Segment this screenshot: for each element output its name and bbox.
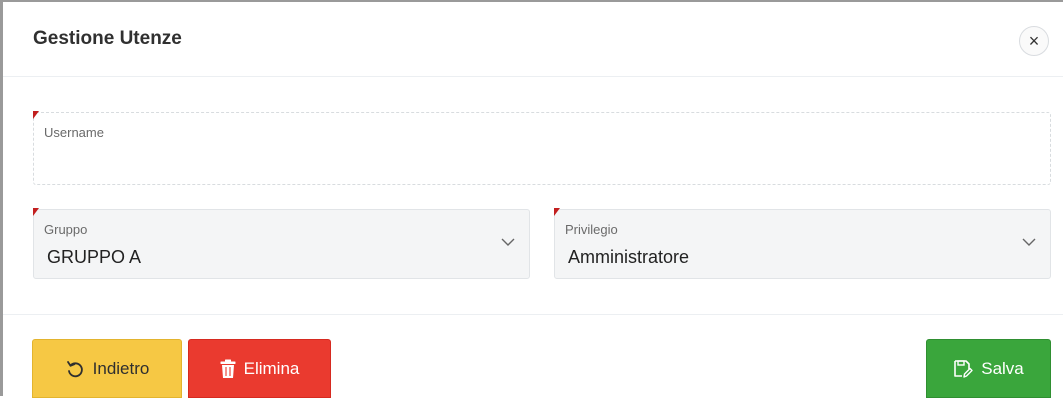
privilegio-value: Amministratore: [568, 247, 690, 267]
username-label: Username: [44, 125, 104, 140]
chevron-down-icon: [501, 238, 515, 246]
required-marker: [554, 208, 560, 216]
modal-header: Gestione Utenze ×: [3, 2, 1063, 77]
back-button-label: Indietro: [92, 358, 150, 378]
undo-icon: [66, 360, 83, 377]
footer-divider: [3, 314, 1063, 315]
close-icon: ×: [1028, 30, 1040, 51]
save-button-label: Salva: [981, 358, 1024, 378]
save-icon: [954, 359, 973, 378]
privilegio-label: Privilegio: [565, 222, 618, 237]
trash-icon: [220, 359, 236, 378]
gruppo-value: GRUPPO A: [47, 247, 142, 267]
chevron-down-icon: [1022, 238, 1036, 246]
save-button[interactable]: Salva: [926, 339, 1051, 398]
required-marker: [33, 111, 39, 119]
gruppo-label: Gruppo: [44, 222, 88, 237]
delete-button[interactable]: Elimina: [188, 339, 331, 398]
user-management-modal: Gestione Utenze × Username Gruppo GRUPPO…: [0, 0, 1063, 398]
back-button[interactable]: Indietro: [32, 339, 182, 398]
modal-title: Gestione Utenze: [33, 28, 182, 49]
delete-button-label: Elimina: [243, 358, 300, 378]
close-button[interactable]: ×: [1019, 26, 1049, 56]
gruppo-select[interactable]: Gruppo GRUPPO A: [33, 208, 530, 279]
required-marker: [33, 208, 39, 216]
privilegio-select[interactable]: Privilegio Amministratore: [554, 208, 1051, 279]
username-field[interactable]: Username: [33, 111, 1051, 185]
